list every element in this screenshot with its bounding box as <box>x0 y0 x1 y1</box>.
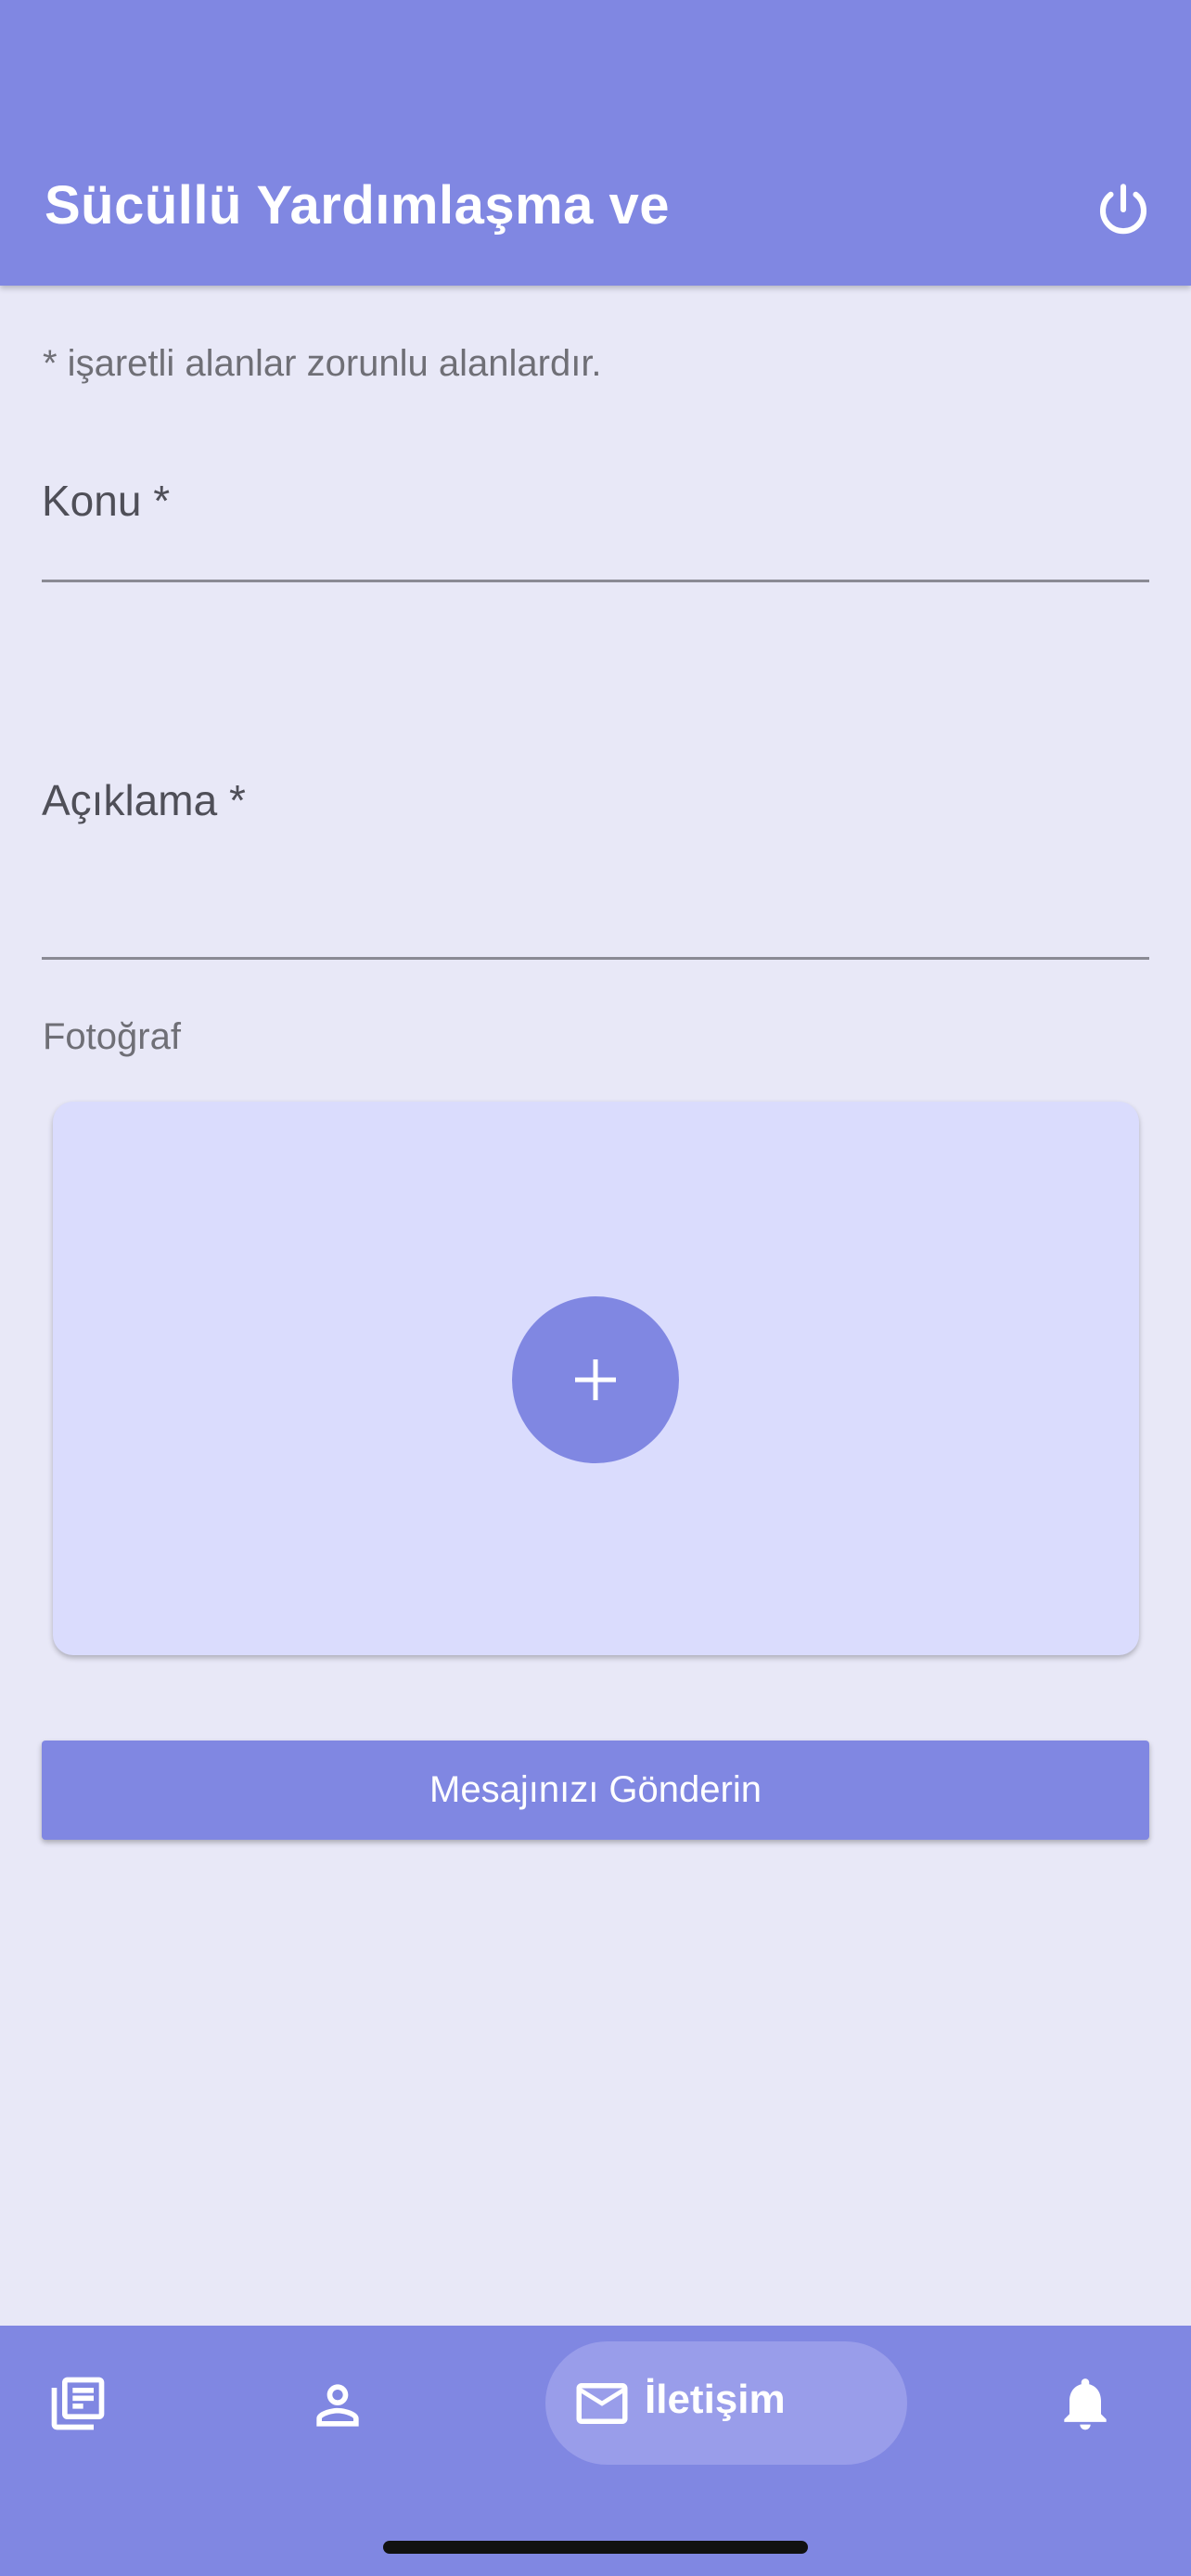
power-icon <box>1099 184 1147 235</box>
page-title: Sücüllü Yardımlaşma ve <box>45 175 671 236</box>
app-bar: Sücüllü Yardımlaşma ve <box>0 0 1191 286</box>
description-field[interactable]: Açıklama * <box>42 759 1149 960</box>
bell-icon <box>1064 2378 1107 2430</box>
nav-notifications[interactable] <box>1054 2372 1117 2435</box>
mail-icon <box>576 2383 628 2424</box>
logout-button[interactable] <box>1093 179 1154 240</box>
required-fields-hint: * işaretli alanlar zorunlu alanlardır. <box>43 343 602 384</box>
nav-profile[interactable] <box>306 2374 369 2437</box>
person-icon <box>316 2384 359 2427</box>
photo-label: Fotoğraf <box>43 1016 181 1057</box>
bottom-nav: İletişim <box>0 2326 1191 2576</box>
nav-contact[interactable]: İletişim <box>545 2341 907 2465</box>
nav-news[interactable] <box>46 2372 109 2435</box>
subject-label: Konu * <box>42 477 171 525</box>
send-message-button[interactable]: Mesajınızı Gönderin <box>42 1741 1149 1840</box>
add-photo-button[interactable] <box>512 1296 679 1463</box>
home-indicator <box>383 2541 808 2554</box>
plus-icon <box>575 1359 616 1400</box>
subject-field[interactable]: Konu * <box>42 459 1149 582</box>
newspaper-icon <box>51 2377 105 2430</box>
description-label: Açıklama * <box>42 776 246 824</box>
nav-contact-label: İletişim <box>645 2377 786 2422</box>
photo-upload-area[interactable] <box>53 1102 1139 1655</box>
